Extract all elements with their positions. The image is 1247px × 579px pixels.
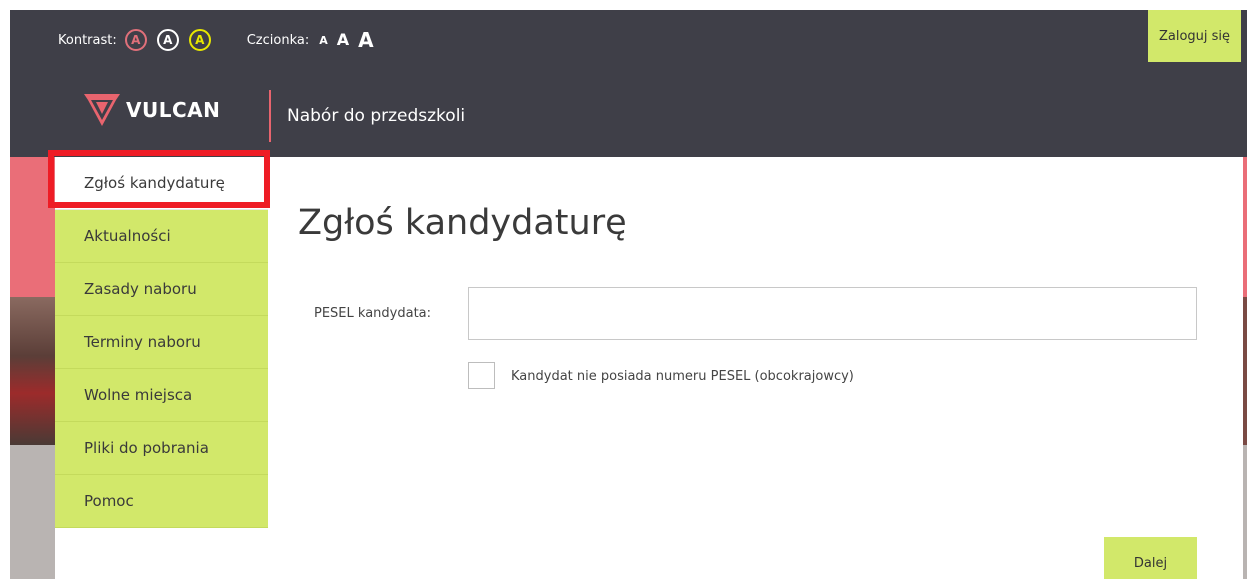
- accessibility-bar: Kontrast: A A A Czcionka: A A A: [58, 27, 383, 53]
- pesel-input[interactable]: [468, 287, 1197, 340]
- contrast-option-yellow[interactable]: A: [188, 29, 211, 51]
- contrast-option-red[interactable]: A: [124, 29, 147, 51]
- nav-item-aktualnosci[interactable]: Aktualności: [55, 210, 268, 263]
- header: Kontrast: A A A Czcionka: A A A Zaloguj …: [10, 10, 1247, 157]
- vulcan-shield-icon: [84, 94, 120, 126]
- font-size-label: Czcionka:: [246, 32, 310, 48]
- header-divider: [269, 90, 271, 142]
- font-size-large[interactable]: A: [358, 30, 373, 50]
- page-frame: Kontrast: A A A Czcionka: A A A Zaloguj …: [10, 10, 1247, 579]
- nav-item-terminy-naboru[interactable]: Terminy naboru: [55, 316, 268, 369]
- vulcan-logo[interactable]: VULCAN: [82, 92, 220, 128]
- font-size-small[interactable]: A: [319, 35, 328, 46]
- logo-text: VULCAN: [126, 98, 221, 122]
- no-pesel-label: Kandydat nie posiada numeru PESEL (obcok…: [511, 369, 854, 384]
- font-size-medium[interactable]: A: [337, 32, 349, 48]
- nav-item-zglos-kandydature[interactable]: Zgłoś kandydaturę: [55, 157, 268, 210]
- nav-item-zasady-naboru[interactable]: Zasady naboru: [55, 263, 268, 316]
- banner-image-right: [1243, 157, 1247, 579]
- nav-item-pliki-do-pobrania[interactable]: Pliki do pobrania: [55, 422, 268, 475]
- login-button[interactable]: Zaloguj się: [1148, 10, 1241, 62]
- nav-item-pomoc[interactable]: Pomoc: [55, 475, 268, 528]
- banner-image: [10, 157, 55, 579]
- no-pesel-checkbox[interactable]: [468, 362, 495, 389]
- page-title: Zgłoś kandydaturę: [298, 203, 627, 243]
- pesel-label: PESEL kandydata:: [314, 306, 432, 321]
- contrast-label: Kontrast:: [58, 32, 117, 48]
- contrast-option-white[interactable]: A: [156, 29, 179, 51]
- next-button[interactable]: Dalej: [1104, 537, 1197, 579]
- nav-item-wolne-miejsca[interactable]: Wolne miejsca: [55, 369, 268, 422]
- sidebar-nav: Zgłoś kandydaturę Aktualności Zasady nab…: [55, 157, 268, 528]
- app-title: Nabór do przedszkoli: [287, 106, 466, 126]
